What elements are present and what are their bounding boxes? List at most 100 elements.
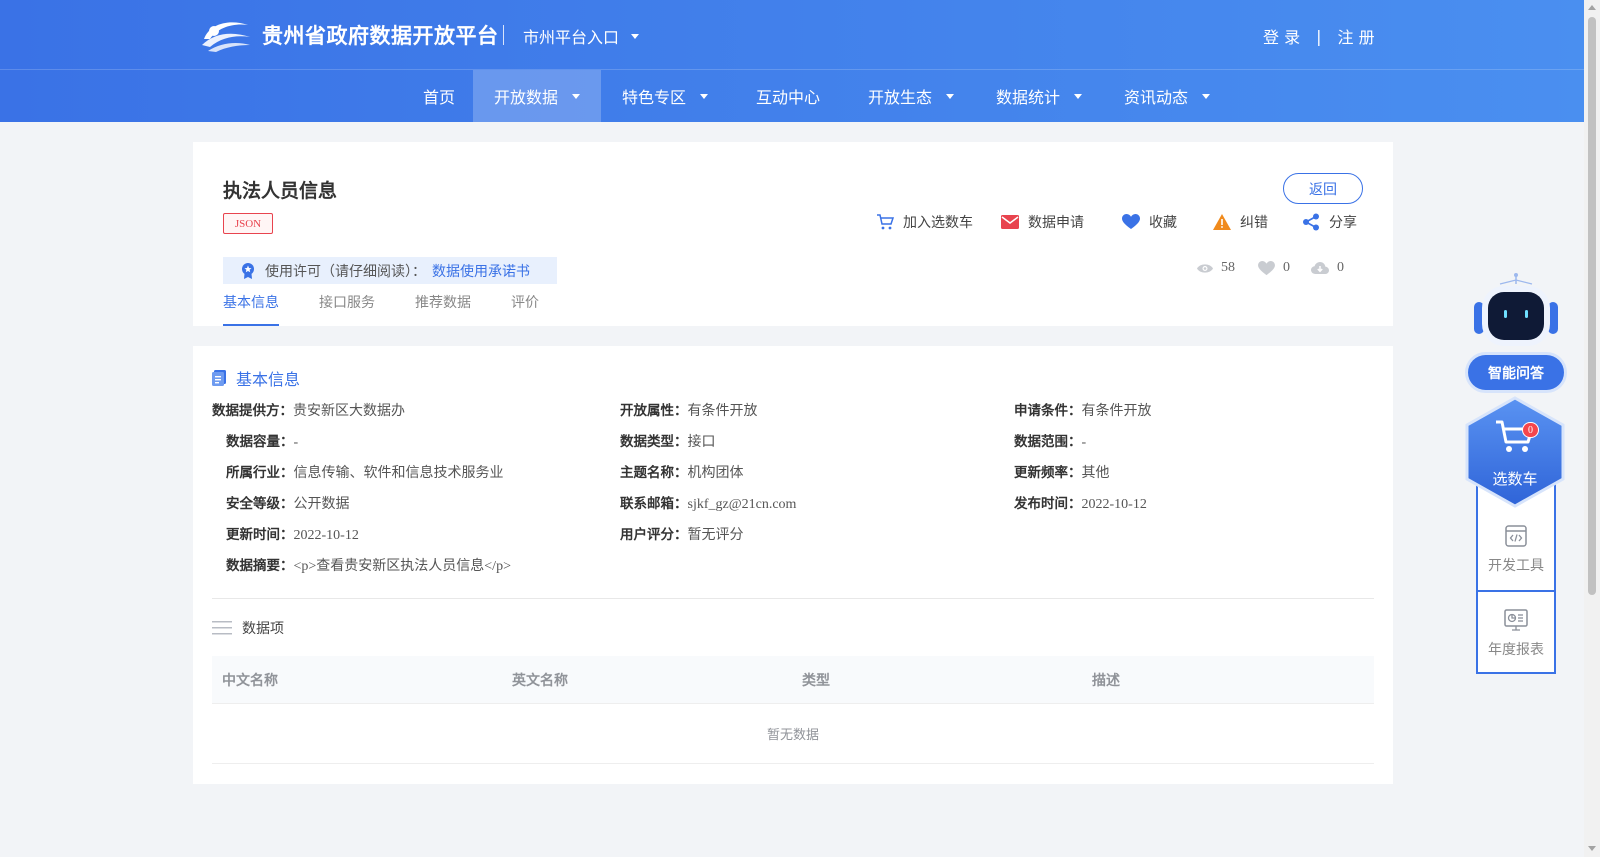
login-link[interactable]: 登 录 [1263, 24, 1300, 48]
field-contact-email: 联系邮箱：sjkf_gz@21cn.com [620, 492, 796, 513]
field-summary: 数据摘要：<p>查看贵安新区执法人员信息</p> [226, 554, 511, 575]
field-label: 开放属性： [620, 403, 688, 419]
field-label: 联系邮箱： [620, 496, 688, 512]
field-value: 其他 [1081, 466, 1110, 481]
field-label: 数据摘要： [226, 558, 294, 574]
page-scrollbar[interactable] [1584, 0, 1600, 857]
heart-icon [1122, 214, 1140, 229]
site-title[interactable]: 贵州省政府数据开放平台 [262, 20, 499, 50]
field-capacity: 数据容量：- [226, 430, 298, 451]
field-value: <p>查看贵安新区执法人员信息</p> [293, 559, 511, 574]
field-label: 更新时间： [226, 527, 294, 543]
field-label: 数据提供方： [212, 403, 293, 419]
data-items-heading: 数据项 [212, 618, 284, 638]
nav-item-statistics[interactable]: 数据统计 [975, 70, 1103, 122]
field-update-frequency: 更新频率：其他 [1014, 461, 1110, 482]
chevron-down-icon [1202, 93, 1210, 99]
cart-icon [877, 214, 894, 230]
scrollbar-thumb[interactable] [1588, 17, 1596, 595]
city-platform-label: 市州平台入口 [523, 28, 620, 47]
cart-label: 选数车 [1492, 470, 1538, 488]
scroll-up-icon[interactable] [1588, 5, 1596, 10]
field-value: 贵安新区大数据办 [293, 404, 405, 419]
document-icon [212, 370, 226, 386]
field-data-type: 数据类型：接口 [620, 430, 716, 451]
add-to-cart-action[interactable]: 加入选数车 [876, 212, 973, 232]
field-label: 所属行业： [226, 465, 294, 481]
data-apply-label: 数据申请 [1028, 215, 1084, 231]
field-update-time: 更新时间：2022-10-12 [226, 523, 359, 544]
tab-reviews[interactable]: 评价 [511, 288, 539, 326]
field-label: 安全等级： [226, 496, 294, 512]
field-data-scope: 数据范围：- [1014, 430, 1086, 451]
field-security-level: 安全等级：公开数据 [226, 492, 350, 513]
back-button[interactable]: 返回 [1283, 173, 1363, 204]
annual-report-label: 年度报表 [1488, 642, 1544, 658]
field-label: 更新频率： [1014, 465, 1082, 481]
basic-info-card: 基本信息 数据提供方：贵安新区大数据办 开放属性：有条件开放 申请条件：有条件开… [193, 346, 1393, 784]
platform-logo-icon[interactable] [200, 17, 252, 53]
warning-icon [1213, 214, 1231, 230]
nav-label: 开放生态 [867, 88, 932, 107]
city-platform-dropdown[interactable]: 市州平台入口 [523, 24, 640, 48]
tools-panel: 开发工具 年度报表 [1476, 480, 1556, 674]
chevron-down-icon [946, 93, 954, 99]
tab-api-service[interactable]: 接口服务 [319, 288, 375, 326]
auth-separator: | [1316, 26, 1322, 46]
scroll-down-icon[interactable] [1588, 846, 1596, 851]
nav-item-news[interactable]: 资讯动态 [1103, 70, 1231, 122]
annual-report-button[interactable]: 年度报表 [1478, 594, 1554, 674]
nav-label: 首页 [422, 88, 455, 107]
basic-info-title: 基本信息 [236, 370, 301, 389]
share-icon [1303, 213, 1319, 231]
robot-assistant-icon[interactable] [1470, 272, 1562, 352]
field-value: 信息传输、软件和信息技术服务业 [293, 466, 504, 481]
field-open-attribute: 开放属性：有条件开放 [620, 399, 758, 420]
register-link[interactable]: 注 册 [1337, 24, 1374, 48]
favorite-action[interactable]: 收藏 [1122, 212, 1177, 232]
top-bar: 贵州省政府数据开放平台 市州平台入口 登 录 | 注 册 [0, 0, 1584, 70]
field-value: 机构团体 [687, 466, 744, 481]
dev-tools-button[interactable]: 开发工具 [1478, 510, 1554, 590]
tab-recommended[interactable]: 推荐数据 [415, 288, 471, 326]
column-header-description: 描述 [1092, 673, 1120, 689]
nav-item-interaction[interactable]: 互动中心 [729, 70, 847, 122]
main-nav: 首页 开放数据 特色专区 互动中心 开放生态 数据统计 资讯动态 [0, 70, 1584, 122]
nav-item-open-data[interactable]: 开放数据 [473, 70, 601, 122]
field-value: sjkf_gz@21cn.com [687, 497, 797, 512]
nav-label: 开放数据 [493, 88, 558, 107]
heart-icon [1258, 260, 1275, 275]
dataset-title: 执法人员信息 [223, 180, 338, 202]
divider [212, 598, 1374, 599]
field-label: 数据容量： [226, 434, 294, 450]
chevron-down-icon [1074, 93, 1082, 99]
tab-basic-info[interactable]: 基本信息 [223, 288, 279, 326]
like-count: 0 [1258, 260, 1290, 276]
report-board-icon [1504, 609, 1528, 631]
table-empty-state: 暂无数据 [212, 704, 1374, 764]
dataset-header-card: 执法人员信息 JSON 返回 加入选数车 数据申请 收藏 纠错 分享 使用许可（… [193, 142, 1393, 326]
field-value: 公开数据 [293, 497, 350, 512]
download-count: 0 [1311, 260, 1344, 276]
report-error-action[interactable]: 纠错 [1213, 212, 1268, 232]
field-value: 有条件开放 [687, 404, 758, 419]
site-header: 贵州省政府数据开放平台 市州平台入口 登 录 | 注 册 首页 开放数据 特色专… [0, 0, 1584, 122]
data-apply-action[interactable]: 数据申请 [1001, 212, 1084, 232]
field-value: 2022-10-12 [293, 528, 359, 543]
favorite-label: 收藏 [1149, 215, 1177, 231]
cloud-download-icon [1311, 261, 1329, 274]
basic-info-heading: 基本信息 [212, 366, 300, 390]
column-header-cn-name: 中文名称 [222, 673, 278, 689]
field-value: 接口 [687, 435, 716, 450]
field-label: 数据类型： [620, 434, 688, 450]
share-action[interactable]: 分享 [1302, 212, 1357, 232]
nav-item-ecosystem[interactable]: 开放生态 [847, 70, 975, 122]
eye-icon [1197, 263, 1213, 273]
cart-count-badge: 0 [1522, 422, 1539, 438]
divider [503, 25, 504, 45]
data-items-table-header: 中文名称 英文名称 类型 描述 [212, 656, 1374, 704]
nav-item-featured[interactable]: 特色专区 [601, 70, 729, 122]
field-user-rating: 用户评分：暂无评分 [620, 523, 744, 544]
ai-qa-button[interactable]: 智能问答 [1468, 355, 1564, 390]
cart-hexagon-button[interactable] [1465, 396, 1565, 508]
